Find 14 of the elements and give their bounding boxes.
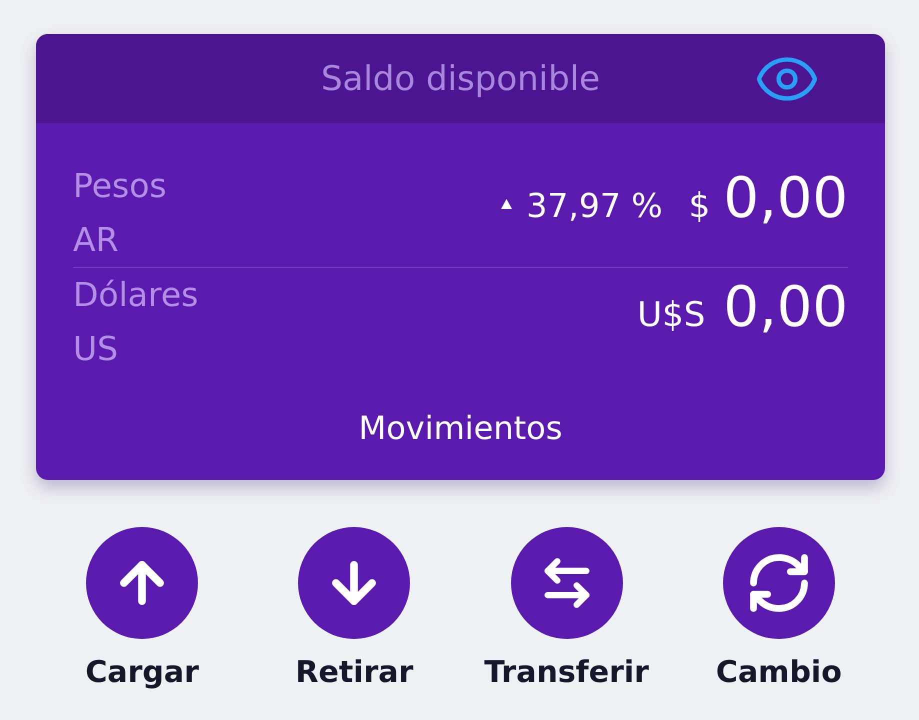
balance-amount: 0,00 — [723, 166, 848, 231]
currency-symbol: U$S — [637, 295, 706, 335]
card-title: Saldo disponible — [320, 58, 600, 100]
load-button[interactable]: Cargar — [85, 527, 199, 691]
currency-label: Dólares US — [73, 274, 200, 370]
transfer-button[interactable]: Transferir — [484, 527, 649, 691]
currency-symbol: $ — [688, 186, 710, 226]
eye-icon[interactable] — [757, 56, 817, 100]
balance-amount: 0,00 — [723, 275, 848, 340]
currency-label: Pesos AR — [73, 165, 168, 261]
movements-link[interactable]: Movimientos — [358, 408, 562, 448]
withdraw-button[interactable]: Retirar — [295, 527, 414, 691]
change-percentage: 37,97 % — [526, 186, 663, 225]
exchange-button[interactable]: Cambio — [716, 527, 842, 691]
